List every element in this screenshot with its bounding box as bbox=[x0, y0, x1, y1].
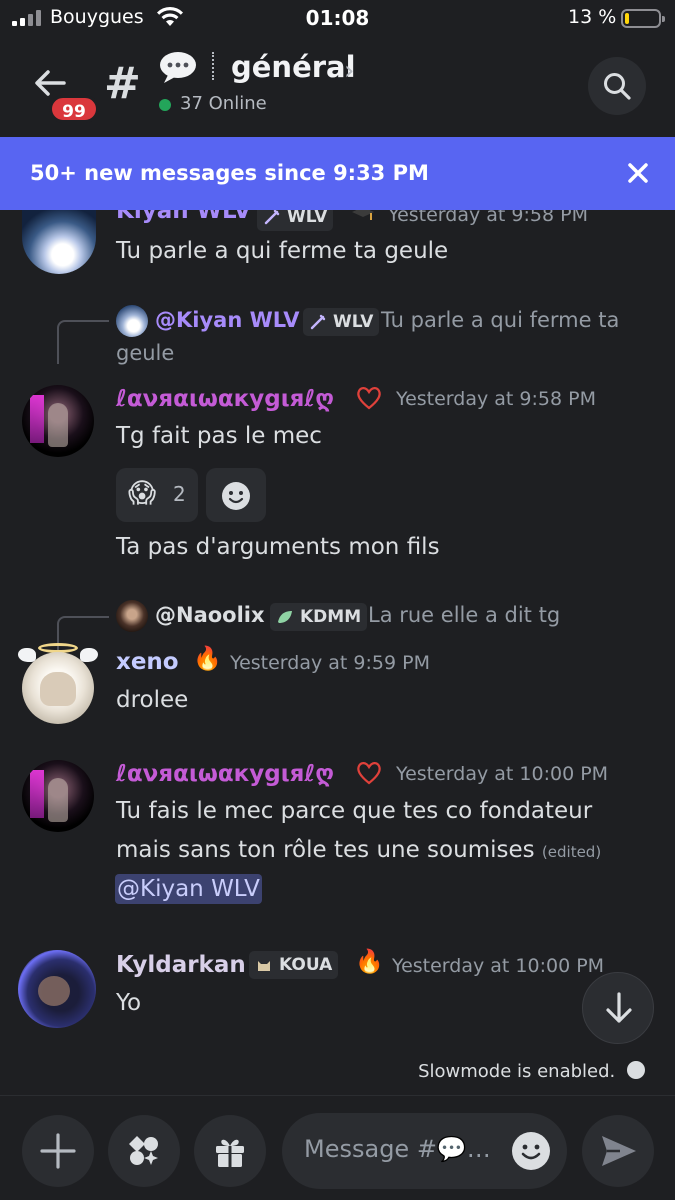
author-name[interactable]: ℓανяαιωαкуgιяℓღ bbox=[116, 386, 334, 412]
emoji-picker-icon[interactable] bbox=[512, 1132, 550, 1170]
leaf-icon bbox=[278, 611, 292, 623]
reply-text[interactable]: La rue elle a dit tg bbox=[368, 603, 560, 627]
avatar-lavraiwakygirl[interactable] bbox=[22, 385, 94, 457]
search-button[interactable] bbox=[588, 57, 646, 115]
role-tag: WLV bbox=[257, 210, 334, 231]
status-bar: Bouygues 01:08 13 % bbox=[0, 0, 675, 40]
channel-header: 99 # général › 37 Online bbox=[0, 40, 675, 136]
smiley-icon bbox=[222, 482, 250, 510]
plus-icon bbox=[40, 1133, 76, 1169]
reply-author[interactable]: @Naoolix bbox=[155, 603, 265, 627]
role-tag-label: KDMM bbox=[300, 607, 362, 627]
scroll-to-bottom-button[interactable] bbox=[582, 972, 654, 1044]
message-text-followup: Ta pas d'arguments mon fils bbox=[116, 534, 440, 560]
reply-role-tag: WLV bbox=[303, 308, 380, 336]
timestamp: Yesterday at 9:58 PM bbox=[388, 210, 588, 226]
online-status-dot bbox=[159, 99, 171, 111]
timestamp: Yesterday at 10:00 PM bbox=[396, 763, 609, 785]
message-input-placeholder: Message #💬… bbox=[304, 1135, 491, 1163]
new-messages-text: 50+ new messages since 9:33 PM bbox=[30, 161, 429, 185]
message-text: Tu fais le mec parce que tes co fondateu… bbox=[116, 798, 593, 824]
message-composer: Message #💬… bbox=[0, 1095, 675, 1200]
reply-text-continued[interactable]: geule bbox=[116, 341, 174, 365]
heart-icon bbox=[357, 387, 381, 410]
speech-bubble-icon bbox=[160, 52, 196, 83]
message-text: drolee bbox=[116, 687, 189, 713]
slowmode-text: Slowmode is enabled. bbox=[418, 1061, 616, 1082]
channel-name[interactable]: général bbox=[231, 50, 356, 84]
heart-icon bbox=[357, 762, 381, 785]
new-messages-banner[interactable]: 50+ new messages since 9:33 PM bbox=[0, 137, 675, 210]
message-text-line2-content: mais sans ton rôle tes une soumises bbox=[116, 837, 535, 863]
author-name[interactable]: xeno bbox=[116, 649, 179, 675]
role-tag-label: WLV bbox=[333, 312, 374, 332]
reply-avatar bbox=[116, 305, 148, 337]
fire-icon: 🔥 bbox=[193, 646, 222, 672]
unread-badge: 99 bbox=[49, 95, 99, 123]
online-count: 37 Online bbox=[180, 93, 267, 114]
avatar-xeno[interactable] bbox=[22, 652, 94, 724]
message-text: Yo bbox=[116, 990, 142, 1016]
role-tag-label: KOUA bbox=[279, 955, 333, 975]
arrow-down-icon bbox=[606, 992, 632, 1023]
timestamp: Yesterday at 9:59 PM bbox=[230, 652, 430, 674]
attach-button[interactable] bbox=[22, 1115, 94, 1187]
reply-author[interactable]: @Kiyan WLV bbox=[155, 308, 300, 332]
gift-icon bbox=[216, 1139, 244, 1167]
slowmode-notice: Slowmode is enabled. bbox=[0, 1061, 645, 1082]
cat-icon bbox=[258, 961, 270, 971]
avatar-lavraiwakygirl[interactable] bbox=[22, 760, 94, 832]
reaction-count: 2 bbox=[173, 482, 186, 506]
gift-button[interactable] bbox=[194, 1115, 266, 1187]
sword-icon bbox=[310, 314, 326, 330]
role-tag-label: WLV bbox=[287, 210, 328, 227]
avatar-kiyan[interactable] bbox=[22, 210, 96, 274]
message-text: Tu parle a qui ferme ta geule bbox=[116, 238, 449, 264]
add-reaction-button[interactable] bbox=[206, 468, 266, 522]
timestamp: Yesterday at 9:58 PM bbox=[396, 388, 596, 410]
graduation-cap-icon bbox=[352, 210, 374, 220]
reply-avatar bbox=[116, 600, 148, 632]
role-tag: KOUA bbox=[249, 951, 339, 979]
hash-icon: # bbox=[104, 58, 141, 109]
apps-icon bbox=[129, 1136, 158, 1165]
author-name[interactable]: ℓανяαιωαкуgιяℓღ bbox=[116, 761, 334, 787]
apps-button[interactable] bbox=[108, 1115, 180, 1187]
reply-text[interactable]: Tu parle a qui ferme ta bbox=[381, 308, 619, 332]
edited-label: (edited) bbox=[541, 843, 602, 861]
chevron-right-icon[interactable]: › bbox=[344, 56, 354, 86]
reply-role-tag: KDMM bbox=[270, 603, 368, 631]
stopwatch-icon bbox=[627, 1061, 645, 1079]
author-name[interactable]: Kyldarkan bbox=[116, 952, 246, 978]
send-button[interactable] bbox=[582, 1115, 654, 1187]
close-icon[interactable] bbox=[624, 159, 652, 187]
battery-percent: 13 % bbox=[568, 6, 617, 28]
fire-icon: 🔥 bbox=[355, 949, 384, 975]
sword-icon bbox=[264, 210, 280, 225]
timestamp: Yesterday at 10:00 PM bbox=[392, 955, 605, 977]
channel-separator bbox=[212, 52, 214, 80]
author-name[interactable]: Kiyan WLV bbox=[116, 210, 251, 224]
message-text: Tg fait pas le mec bbox=[116, 423, 322, 449]
send-icon bbox=[602, 1136, 636, 1166]
battery-icon bbox=[621, 9, 665, 28]
reaction-scream[interactable]: 😱 2 bbox=[116, 468, 198, 522]
reaction-emoji: 😱 bbox=[128, 478, 157, 509]
avatar-kyldarkan[interactable] bbox=[18, 950, 96, 1028]
user-mention[interactable]: @Kiyan WLV bbox=[115, 874, 262, 904]
search-icon bbox=[604, 73, 631, 100]
message-input[interactable]: Message #💬… bbox=[282, 1113, 567, 1189]
message-list[interactable]: Kiyan WLV WLV Yesterday at 9:58 PM Tu pa… bbox=[0, 210, 675, 1095]
message-text-line2: mais sans ton rôle tes une soumises (edi… bbox=[116, 837, 601, 863]
reply-connector bbox=[57, 320, 109, 364]
